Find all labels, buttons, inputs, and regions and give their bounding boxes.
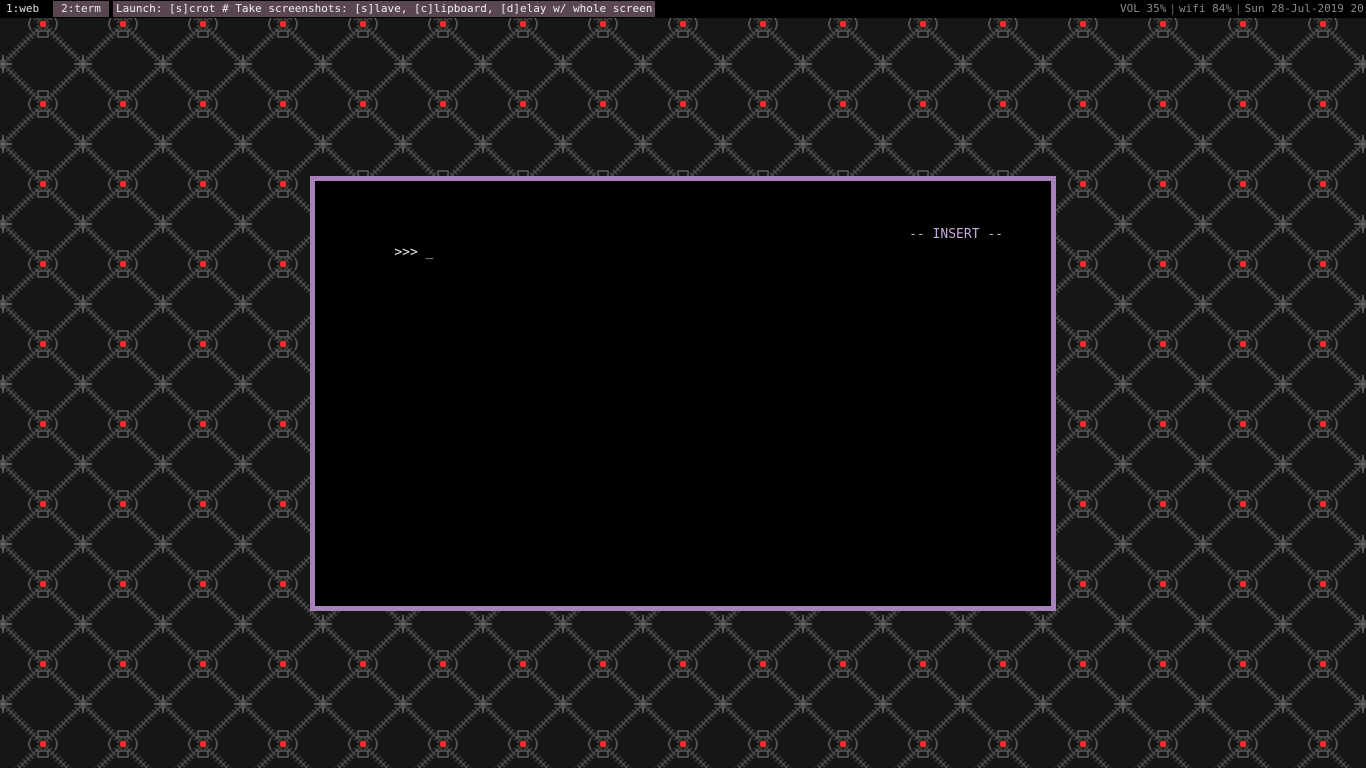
status-separator: | xyxy=(1169,2,1176,15)
workspace-1-web[interactable]: 1:web xyxy=(0,1,45,17)
workspace-2-term[interactable]: 2:term xyxy=(53,1,109,17)
volume-status: VOL 35% xyxy=(1120,2,1167,15)
status-separator: | xyxy=(1234,2,1242,15)
wifi-status: wifi 84% xyxy=(1178,2,1232,15)
text-cursor: _ xyxy=(425,245,434,260)
prompt-symbol: >>> xyxy=(394,245,418,260)
top-status-bar: 1:web 2:term Launch: [s]crot # Take scre… xyxy=(0,0,1366,18)
launch-hint: Launch: [s]crot # Take screenshots: [s]l… xyxy=(113,1,656,17)
mode-indicator: -- INSERT -- xyxy=(909,227,1003,242)
datetime-status: Sun 28-Jul-2019 20:35 xyxy=(1244,2,1366,15)
launcher-prompt[interactable]: >>> _ xyxy=(363,226,434,280)
launcher-window: >>> _ -- INSERT -- xyxy=(310,176,1056,611)
system-status: VOL 35%|wifi 84%|Sun 28-Jul-2019 20:35 xyxy=(1120,0,1366,18)
